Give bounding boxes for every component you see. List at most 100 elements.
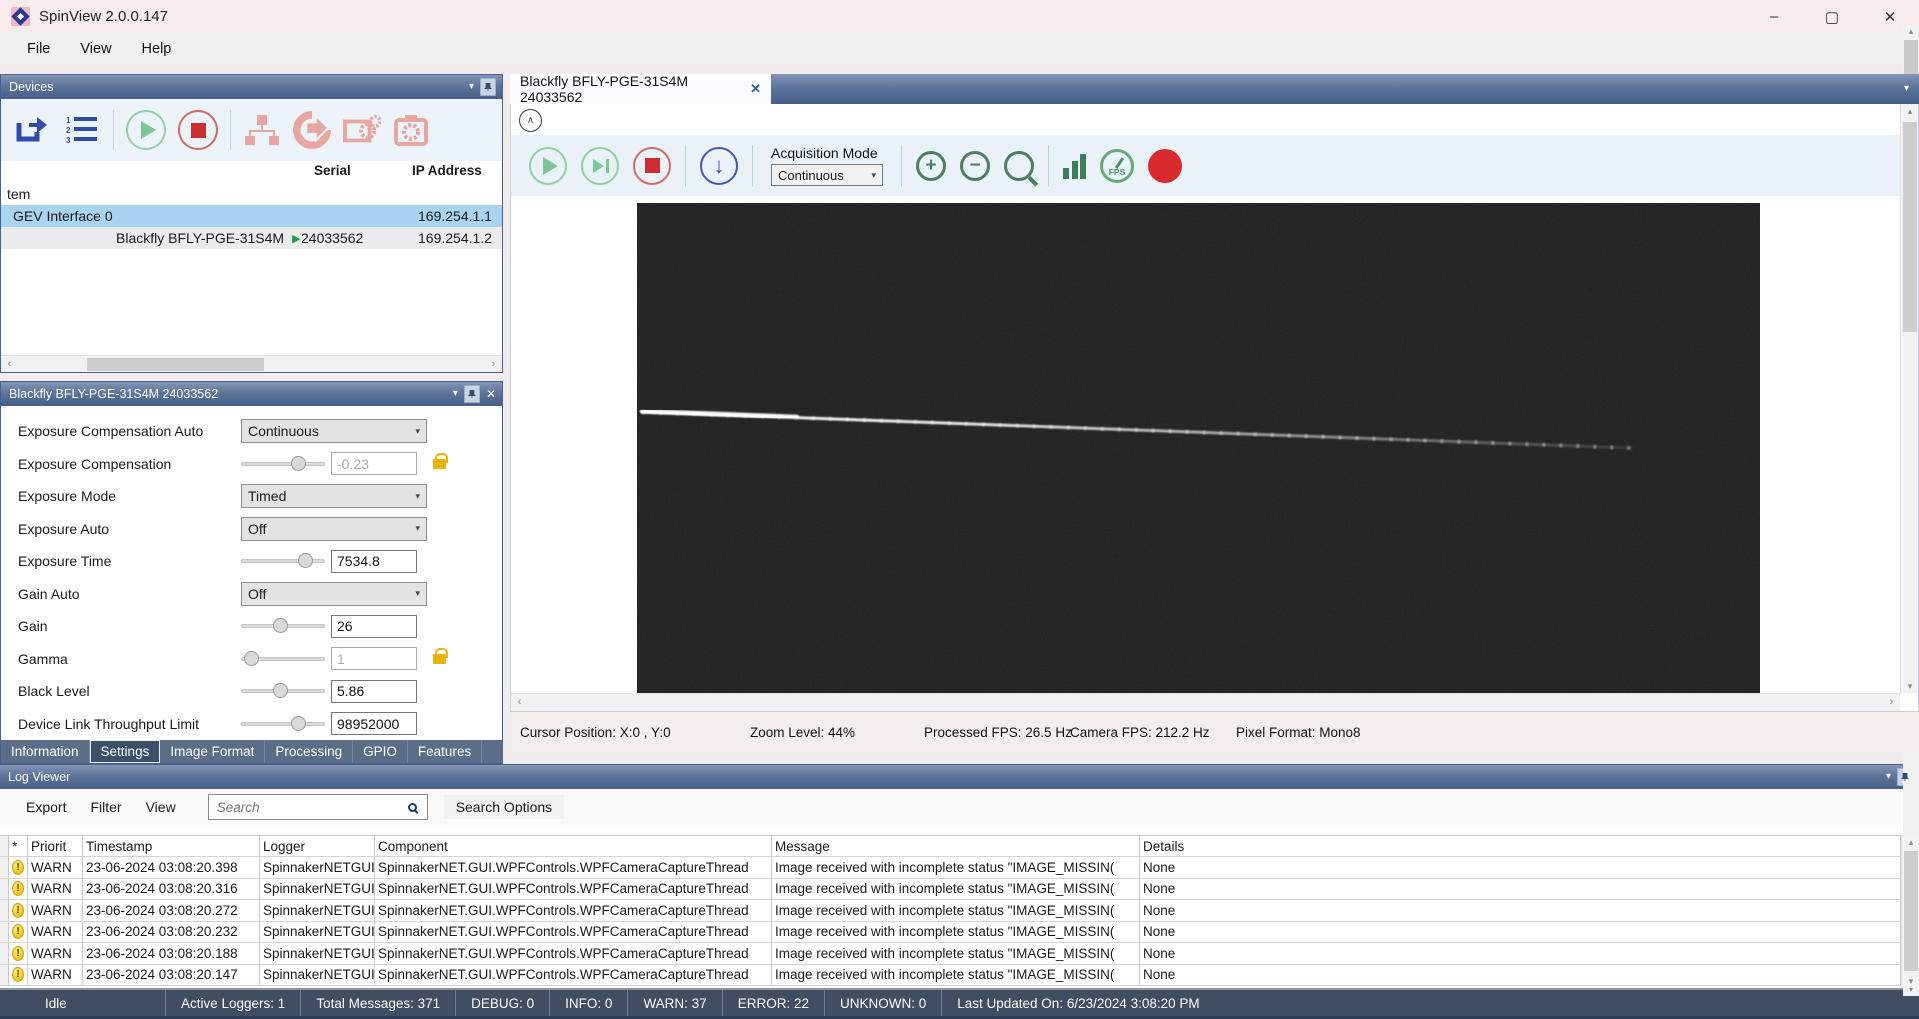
exposure-compensation-input[interactable]	[331, 452, 417, 475]
tree-item-gev-interface[interactable]: GEV Interface 0 169.254.1.1	[1, 205, 502, 227]
camera-settings-icon[interactable]	[343, 112, 381, 148]
scroll-down-icon[interactable]: ▾	[1902, 974, 1919, 988]
exposure-time-input[interactable]	[331, 550, 417, 573]
gain-slider[interactable]	[241, 618, 325, 634]
col-component[interactable]: Component	[375, 836, 772, 856]
col-priority[interactable]: Priorit	[28, 836, 83, 856]
black-level-slider[interactable]	[241, 683, 325, 699]
refresh-devices-icon[interactable]	[13, 112, 51, 148]
tree-item-system[interactable]: tem	[1, 183, 502, 205]
viewer-horizontal-scrollbar[interactable]: ‹ ›	[511, 693, 1900, 711]
col-message[interactable]: Message	[772, 836, 1140, 856]
scrollbar-thumb[interactable]	[1904, 851, 1918, 971]
gain-input[interactable]	[331, 615, 417, 638]
stop-stream-button[interactable]	[633, 147, 671, 185]
serial-column-header: Serial	[314, 163, 351, 178]
log-row[interactable]: ! WARN 23-06-2024 03:08:20.272 Spinnaker…	[0, 900, 1901, 922]
devices-menu-chevron-icon[interactable]: ▾	[469, 82, 474, 92]
stream-tab-close-icon[interactable]: ✕	[750, 81, 761, 97]
search-icon[interactable]	[408, 803, 417, 812]
exposure-time-slider[interactable]	[241, 553, 325, 569]
devices-panel: Devices ▾ 123	[0, 74, 503, 373]
tree-item-blackfly-camera[interactable]: Blackfly BFLY-PGE-31S4M ▶ 24033562 169.2…	[1, 227, 502, 249]
viewer-vertical-scrollbar[interactable]: ▴ ▾	[1900, 104, 1918, 693]
camera-menu-chevron-icon[interactable]: ▾	[453, 389, 458, 399]
gain-auto-select[interactable]: Off ▾	[241, 582, 427, 606]
tabstrip-chevron-icon[interactable]: ▾	[1904, 83, 1909, 94]
log-search-input[interactable]	[217, 800, 408, 815]
log-row[interactable]: ! WARN 23-06-2024 03:08:20.188 Spinnaker…	[0, 943, 1901, 965]
minimize-button[interactable]: –	[1745, 0, 1803, 33]
gamma-slider[interactable]	[241, 651, 325, 667]
scroll-left-icon[interactable]: ‹	[511, 694, 528, 710]
scrollbar-thumb[interactable]	[87, 358, 264, 371]
menu-help[interactable]: Help	[127, 41, 187, 57]
tab-settings[interactable]: Settings	[90, 740, 161, 763]
col-timestamp[interactable]: Timestamp	[83, 836, 260, 856]
devices-pin-icon[interactable]	[480, 78, 496, 96]
play-stream-button[interactable]	[529, 147, 567, 185]
black-level-input[interactable]	[331, 680, 417, 703]
warning-icon: !	[12, 946, 24, 961]
log-row[interactable]: ! WARN 23-06-2024 03:08:20.232 Spinnaker…	[0, 922, 1901, 944]
device-list-icon[interactable]: 123	[63, 112, 101, 148]
record-button[interactable]	[1148, 149, 1182, 183]
collapse-toolbar-button[interactable]: ∧	[519, 109, 542, 132]
log-row[interactable]: ! WARN 23-06-2024 03:08:20.147 Spinnaker…	[0, 965, 1901, 987]
scroll-right-icon[interactable]: ›	[1883, 694, 1900, 710]
status-total-messages: Total Messages: 371	[300, 990, 455, 1016]
tab-processing[interactable]: Processing	[265, 740, 353, 763]
play-single-frame-button[interactable]	[581, 147, 619, 185]
log-menu-filter[interactable]: Filter	[90, 799, 121, 815]
log-menu-export[interactable]: Export	[26, 799, 66, 815]
camera-capture-icon[interactable]	[393, 112, 431, 148]
device-link-throughput-input[interactable]	[331, 712, 417, 735]
scroll-right-icon[interactable]: ›	[485, 356, 502, 372]
force-ip-icon[interactable]	[293, 112, 331, 148]
search-options-button[interactable]: Search Options	[444, 795, 565, 819]
zoom-fit-button[interactable]	[1004, 151, 1034, 181]
scroll-up-icon[interactable]: ▴	[1903, 24, 1919, 38]
devices-horizontal-scrollbar[interactable]: ‹ ›	[1, 355, 502, 372]
zoom-in-button[interactable]: +	[916, 151, 946, 181]
start-acquisition-icon[interactable]	[126, 110, 166, 150]
scrollbar-thumb[interactable]	[1903, 122, 1917, 332]
camera-image[interactable]	[637, 203, 1760, 698]
col-star[interactable]: *	[9, 836, 28, 856]
exposure-auto-select[interactable]: Off ▾	[241, 517, 427, 541]
scroll-up-icon[interactable]: ▴	[1901, 104, 1919, 118]
camera-panel-close-icon[interactable]: ✕	[486, 388, 496, 400]
zoom-out-button[interactable]: −	[960, 151, 990, 181]
fps-gauge-button[interactable]: FPS	[1100, 149, 1134, 183]
device-link-throughput-slider[interactable]	[241, 716, 325, 732]
log-menu-view[interactable]: View	[146, 799, 176, 815]
tab-gpio[interactable]: GPIO	[353, 740, 408, 763]
scroll-up-icon[interactable]: ▴	[1902, 835, 1919, 849]
maximize-button[interactable]: ▢	[1803, 0, 1861, 33]
log-vertical-scrollbar[interactable]: ▴ ▾	[1901, 835, 1919, 988]
camera-pin-icon[interactable]	[464, 385, 480, 403]
gamma-input[interactable]	[331, 647, 417, 670]
menu-file[interactable]: File	[12, 41, 65, 57]
exposure-compensation-slider[interactable]	[241, 456, 325, 472]
tab-features[interactable]: Features	[408, 740, 482, 763]
col-details[interactable]: Details	[1140, 836, 1901, 856]
stop-acquisition-icon[interactable]	[178, 110, 218, 150]
exposure-mode-select[interactable]: Timed ▾	[241, 484, 427, 508]
save-image-button[interactable]: ↓	[700, 147, 738, 185]
log-row[interactable]: ! WARN 23-06-2024 03:08:20.398 Spinnaker…	[0, 857, 1901, 879]
exposure-compensation-auto-select[interactable]: Continuous ▾	[241, 419, 427, 443]
tab-image-format[interactable]: Image Format	[160, 740, 265, 763]
scroll-left-icon[interactable]: ‹	[1, 356, 18, 372]
col-logger[interactable]: Logger	[260, 836, 375, 856]
stream-tab[interactable]: Blackfly BFLY-PGE-31S4M 24033562 ✕	[510, 74, 771, 104]
scroll-down-icon[interactable]: ▾	[1901, 679, 1919, 693]
log-menu-chevron-icon[interactable]: ▾	[1886, 772, 1891, 782]
tab-information[interactable]: Information	[1, 740, 90, 763]
menu-view[interactable]: View	[65, 41, 126, 57]
histogram-button[interactable]	[1063, 153, 1086, 179]
log-row[interactable]: ! WARN 23-06-2024 03:08:20.316 Spinnaker…	[0, 879, 1901, 901]
acquisition-mode-select[interactable]: Continuous ▾	[771, 164, 883, 186]
network-topology-icon[interactable]	[243, 112, 281, 148]
status-last-updated: Last Updated On: 6/23/2024 3:08:20 PM	[941, 990, 1214, 1016]
